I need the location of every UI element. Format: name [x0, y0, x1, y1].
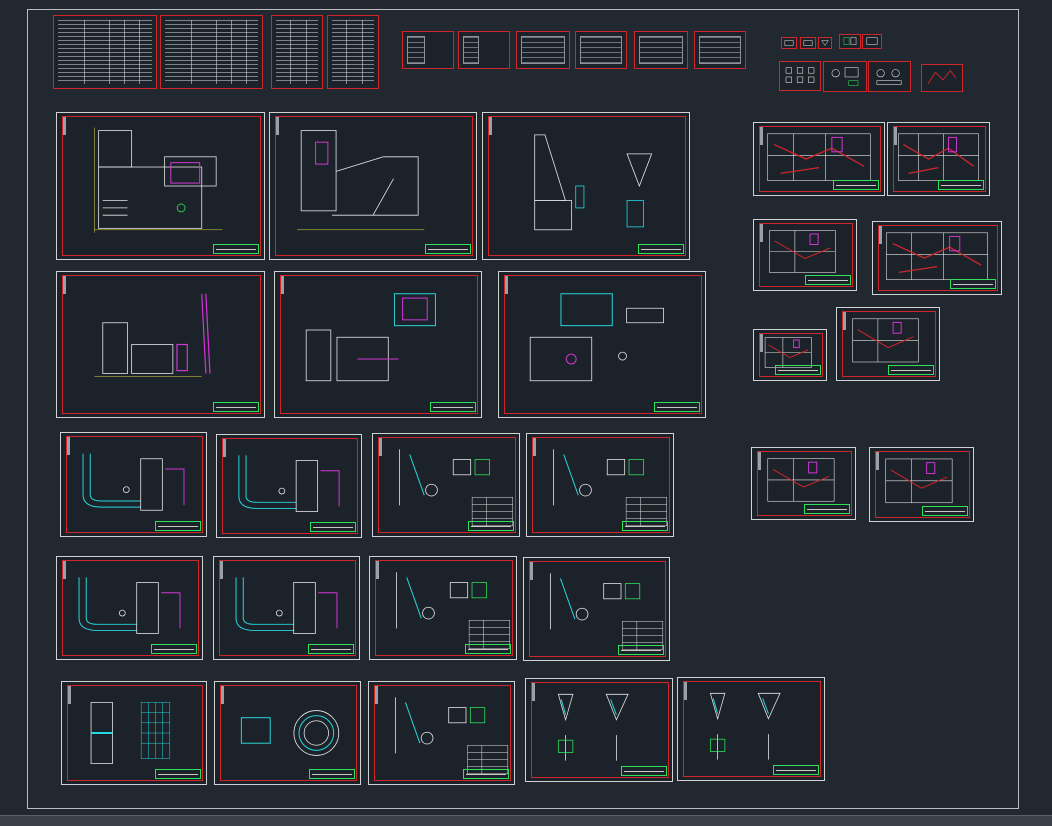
drawing-sheet[interactable] — [751, 447, 856, 520]
detail-thumbnail[interactable] — [823, 61, 867, 92]
detail-thumbnail[interactable] — [800, 37, 816, 49]
title-block — [308, 644, 354, 654]
drawing-sheet[interactable] — [269, 112, 477, 260]
drawing-sheet[interactable] — [753, 329, 827, 381]
title-block — [618, 645, 664, 655]
drawing-sheet[interactable] — [214, 681, 361, 785]
title-block — [805, 275, 851, 285]
title-block — [833, 180, 879, 190]
drawing-sheet[interactable] — [56, 271, 265, 418]
title-block — [151, 644, 197, 654]
drawing-sheet[interactable] — [753, 122, 885, 196]
title-block — [309, 769, 355, 779]
title-block — [888, 365, 934, 375]
drawing-sheet[interactable] — [526, 433, 674, 537]
drawing-sheet[interactable] — [869, 447, 974, 522]
design-notes-sheet[interactable] — [516, 31, 570, 69]
design-notes-sheet[interactable] — [458, 31, 510, 69]
drawing-sheet[interactable] — [61, 681, 207, 785]
status-bar — [0, 815, 1052, 826]
title-block — [213, 244, 259, 254]
detail-thumbnail[interactable] — [921, 64, 963, 92]
design-notes-sheet[interactable] — [575, 31, 627, 69]
title-block — [155, 769, 201, 779]
detail-thumbnail[interactable] — [818, 37, 832, 49]
drawing-sheet[interactable] — [872, 221, 1002, 295]
detail-thumbnail[interactable] — [781, 37, 797, 49]
drawing-sheet[interactable] — [216, 434, 362, 538]
title-block — [775, 365, 821, 375]
title-block — [468, 521, 514, 531]
cad-model-space[interactable] — [0, 0, 1052, 826]
drawing-sheet[interactable] — [677, 677, 825, 781]
drawing-sheet[interactable] — [56, 556, 203, 660]
drawing-sheet[interactable] — [369, 556, 517, 660]
drawing-sheet[interactable] — [372, 433, 520, 537]
design-notes-sheet[interactable] — [634, 31, 688, 69]
drawing-sheet[interactable] — [56, 112, 265, 260]
drawing-sheet[interactable] — [368, 681, 515, 785]
title-block — [213, 402, 259, 412]
title-block — [638, 244, 684, 254]
detail-thumbnail[interactable] — [862, 34, 882, 49]
design-notes-sheet[interactable] — [402, 31, 454, 69]
drawing-sheet[interactable] — [274, 271, 482, 418]
drawing-sheet[interactable] — [482, 112, 690, 260]
title-block — [155, 521, 201, 531]
drawing-index-table[interactable] — [160, 15, 263, 89]
drawing-sheet[interactable] — [60, 432, 207, 537]
title-block — [463, 769, 509, 779]
drawing-sheet[interactable] — [887, 122, 990, 196]
drawing-sheet[interactable] — [498, 271, 706, 418]
drawing-index-table[interactable] — [53, 15, 157, 89]
detail-thumbnail[interactable] — [868, 61, 911, 92]
drawing-sheet[interactable] — [753, 219, 857, 291]
detail-thumbnail[interactable] — [779, 61, 821, 91]
title-block — [938, 180, 984, 190]
design-notes-sheet[interactable] — [694, 31, 746, 69]
title-block — [922, 506, 968, 516]
title-block — [950, 279, 996, 289]
drawing-index-table[interactable] — [271, 15, 323, 89]
title-block — [310, 522, 356, 532]
title-block — [773, 765, 819, 775]
drawing-sheet[interactable] — [836, 307, 940, 381]
drawing-sheet[interactable] — [213, 556, 360, 660]
title-block — [654, 402, 700, 412]
title-block — [465, 644, 511, 654]
title-block — [425, 244, 471, 254]
title-block — [430, 402, 476, 412]
title-block — [804, 504, 850, 514]
title-block — [621, 766, 667, 776]
title-block — [622, 521, 668, 531]
drawing-sheet[interactable] — [523, 557, 670, 661]
drawing-index-table[interactable] — [327, 15, 379, 89]
drawing-sheet[interactable] — [525, 678, 673, 782]
detail-thumbnail[interactable] — [839, 34, 861, 49]
